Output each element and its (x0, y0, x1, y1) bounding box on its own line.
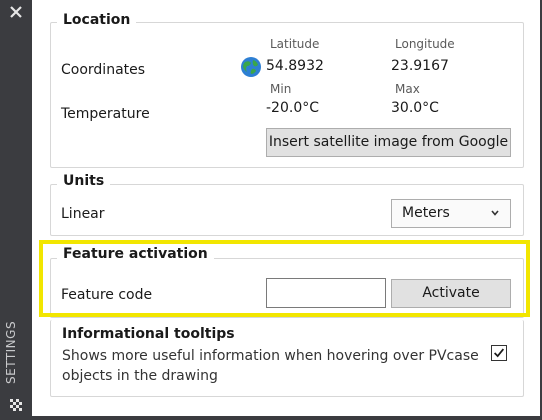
temperature-label: Temperature (61, 106, 150, 122)
longitude-label: Longitude (395, 37, 455, 51)
location-title: Location (57, 12, 137, 28)
coordinates-label: Coordinates (61, 62, 146, 78)
globe-icon (241, 57, 261, 77)
tooltips-title: Informational tooltips (56, 326, 241, 342)
max-label: Max (395, 82, 420, 96)
longitude-value: 23.9167 (391, 58, 449, 74)
linear-units-select[interactable]: Meters (391, 199, 511, 228)
units-title: Units (57, 173, 111, 189)
chevron-down-icon (491, 210, 499, 216)
close-icon[interactable] (9, 5, 23, 19)
latitude-value: 54.8932 (266, 58, 324, 74)
sidebar: SETTINGS (0, 0, 32, 420)
min-label: Min (270, 82, 292, 96)
tooltips-description: Shows more useful information when hover… (62, 348, 479, 384)
insert-satellite-image-button[interactable]: Insert satellite image from Google (266, 128, 511, 157)
settings-label: SETTINGS (4, 320, 18, 384)
feature-activation-highlight (39, 240, 530, 317)
linear-label: Linear (61, 206, 105, 222)
grid-icon (10, 399, 22, 411)
max-temperature-value: 30.0°C (391, 100, 439, 116)
latitude-label: Latitude (270, 37, 320, 51)
min-temperature-value: -20.0°C (266, 100, 319, 116)
checkmark-icon (494, 348, 505, 358)
linear-units-value: Meters (402, 205, 450, 221)
tooltips-checkbox[interactable] (491, 345, 507, 361)
